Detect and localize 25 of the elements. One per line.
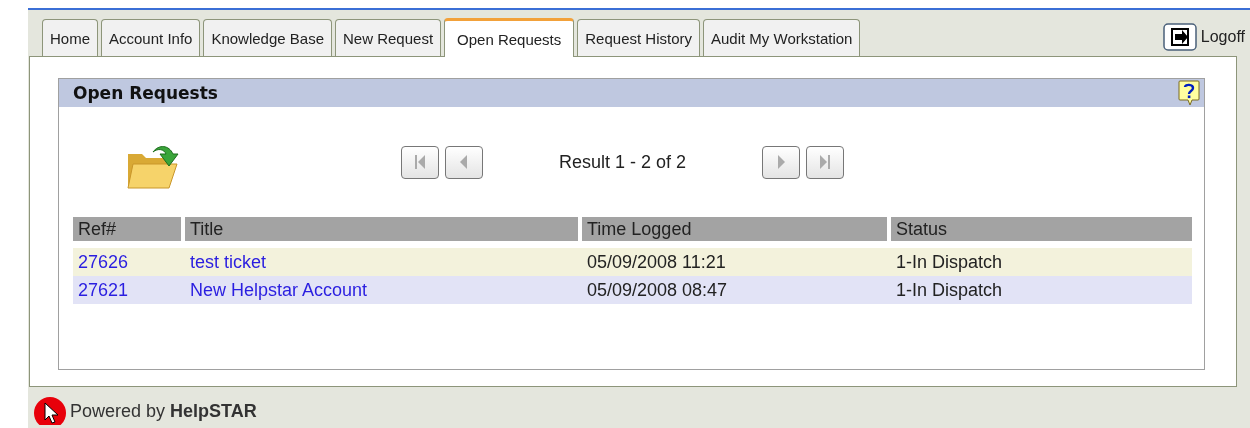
time-logged: 05/09/2008 11:21 (587, 252, 726, 272)
tab[interactable]: Audit My Workstation (703, 19, 861, 56)
previous-page-button[interactable] (445, 145, 483, 179)
status: 1-In Dispatch (896, 252, 1003, 272)
tab[interactable]: New Request (335, 19, 442, 56)
cursor-logo-icon (34, 397, 66, 425)
tab[interactable]: Open Requests (444, 18, 575, 57)
skip-end-icon (818, 153, 833, 171)
logoff-link[interactable]: Logoff (1200, 28, 1245, 46)
time-logged: 05/09/2008 08:47 (587, 280, 728, 300)
status: 1-In Dispatch (896, 280, 1003, 300)
next-page-button[interactable] (762, 145, 801, 179)
help-question-icon[interactable] (1178, 80, 1200, 106)
tab[interactable]: Knowledge Base (203, 19, 332, 56)
tab[interactable]: Home (42, 19, 98, 56)
tab[interactable]: Account Info (101, 19, 201, 56)
last-page-button[interactable] (806, 145, 845, 179)
tab[interactable]: Request History (577, 19, 700, 56)
title-link[interactable]: test ticket (190, 252, 267, 272)
powered-by-text: Powered by HelpSTAR (70, 400, 257, 422)
result-count: Result 1 - 2 of 2 (559, 151, 687, 173)
panel-title: Open Requests (73, 83, 218, 103)
skip-start-icon (413, 153, 427, 171)
column-header: Ref# (73, 217, 181, 241)
first-page-button[interactable] (401, 145, 439, 179)
